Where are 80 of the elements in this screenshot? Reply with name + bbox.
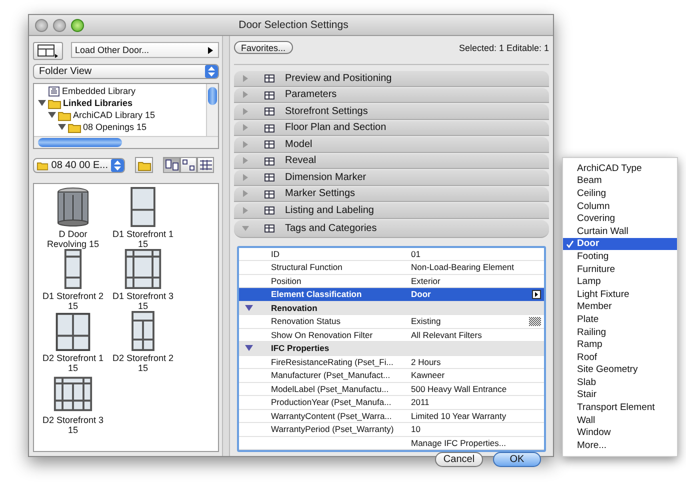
menu-item[interactable]: Plate	[563, 313, 677, 326]
menu-item[interactable]: Wall	[563, 414, 677, 426]
menu-item[interactable]: Door	[563, 238, 677, 250]
panel-header[interactable]: Storefront Settings	[234, 104, 549, 120]
property-value: Limited 10 Year Warranty	[411, 410, 506, 421]
menu-item[interactable]: Footing	[563, 250, 677, 263]
property-name: ProductionYear (Pset_Manufa...	[271, 397, 392, 408]
property-name: Position	[271, 276, 302, 286]
property-value: Non-Load-Bearing Element	[411, 262, 514, 272]
property-value: Kawneer	[411, 370, 445, 380]
property-value: All Relevant Filters	[411, 330, 482, 340]
property-name: ID	[271, 248, 280, 259]
property-value: 2 Hours	[411, 356, 441, 367]
property-value: 2011	[411, 397, 430, 408]
tree-item[interactable]: Linked Libraries	[63, 98, 133, 108]
menu-item[interactable]: Ceiling	[563, 187, 677, 200]
object-label: D1 Storefront 2 15	[42, 291, 104, 311]
favorites-button[interactable]: Favorites...	[234, 41, 293, 54]
panel-header[interactable]: Parameters	[234, 88, 549, 103]
cancel-button[interactable]: Cancel	[435, 452, 483, 467]
panel-header[interactable]: Floor Plan and Section	[234, 120, 549, 136]
property-value: Exterior	[411, 276, 440, 286]
property-name: WarrantyContent (Pset_Warra...	[271, 410, 392, 421]
menu-item[interactable]: Column	[563, 200, 677, 212]
property-name: IFC Properties	[271, 343, 330, 354]
view-select[interactable]: Folder View	[33, 64, 219, 79]
property-name: FireResistanceRating (Pset_Fi...	[271, 356, 394, 367]
property-name: Manufacturer (Pset_Manufact...	[271, 370, 390, 380]
tree-item[interactable]: Embedded Library	[62, 86, 136, 96]
menu-item[interactable]: Roof	[563, 350, 677, 364]
property-value: Door	[411, 289, 431, 300]
menu-item[interactable]: Window	[563, 426, 677, 440]
menu-item[interactable]: More...	[563, 439, 677, 452]
menu-item[interactable]: Railing	[563, 326, 677, 338]
tree-item[interactable]: 08 Openings 15	[83, 122, 147, 132]
menu-item[interactable]: Beam	[563, 174, 677, 188]
load-other-door-button[interactable]: Load Other Door...	[71, 42, 219, 58]
property-value: Existing	[411, 316, 441, 326]
menu-item[interactable]: Transport Element	[563, 401, 677, 414]
object-label: D Door Revolving 15	[46, 229, 100, 249]
menu-item[interactable]: Site Geometry	[563, 364, 677, 376]
panel-header[interactable]: Listing and Labeling	[234, 203, 549, 218]
panel-header[interactable]: Marker Settings	[234, 186, 549, 202]
property-name: ModelLabel (Pset_Manufactu...	[271, 384, 389, 394]
selection-info: Selected: 1 Editable: 1	[458, 42, 549, 52]
property-value: 10	[411, 424, 420, 434]
property-value: 500 Heavy Wall Entrance	[411, 384, 507, 394]
menu-item[interactable]: Member	[563, 300, 677, 314]
menu-item[interactable]: ArchiCAD Type	[563, 162, 677, 175]
property-name: Renovation	[271, 302, 318, 313]
menu-item[interactable]: Curtain Wall	[563, 224, 677, 238]
object-label: D2 Storefront 1 15	[42, 353, 104, 373]
property-name: Renovation Status	[271, 316, 340, 326]
object-label: D2 Storefront 3 15	[42, 415, 104, 435]
menu-item[interactable]: Furniture	[563, 262, 677, 276]
panel-header[interactable]: Dimension Marker	[234, 170, 549, 186]
menu-item[interactable]: Stair	[563, 388, 677, 402]
window-title: Door Selection Settings	[238, 19, 348, 31]
tree-item[interactable]: ArchiCAD Library 15	[73, 110, 156, 120]
property-name: Element Classification	[271, 289, 362, 300]
manage-properties-link[interactable]: Manage IFC Properties...	[411, 438, 506, 448]
panel-header[interactable]: Preview and Positioning	[234, 71, 549, 86]
object-label: D2 Storefront 2 15	[112, 353, 174, 373]
object-label: D1 Storefront 3 15	[112, 291, 174, 311]
property-name: WarrantyPeriod (Pset_Warranty)	[271, 424, 394, 434]
panel-header[interactable]: Tags and Categories	[234, 220, 549, 238]
property-name: Show On Renovation Filter	[271, 330, 373, 340]
panel-header[interactable]: Reveal	[234, 154, 549, 169]
panel-header[interactable]: Model	[234, 137, 549, 152]
object-label: D1 Storefront 1 15	[112, 229, 174, 249]
property-value: 01	[411, 248, 420, 259]
menu-item[interactable]: Ramp	[563, 338, 677, 351]
menu-item[interactable]: Slab	[563, 376, 677, 389]
ok-button[interactable]: OK	[493, 452, 541, 467]
folder-select[interactable]: 08 40 00 E...	[33, 158, 125, 172]
menu-item[interactable]: Covering	[563, 212, 677, 225]
menu-item[interactable]: Light Fixture	[563, 288, 677, 301]
selected-row[interactable]: Element Classification Door	[239, 288, 544, 302]
property-name: Structural Function	[271, 262, 342, 272]
menu-item[interactable]: Lamp	[563, 275, 677, 288]
